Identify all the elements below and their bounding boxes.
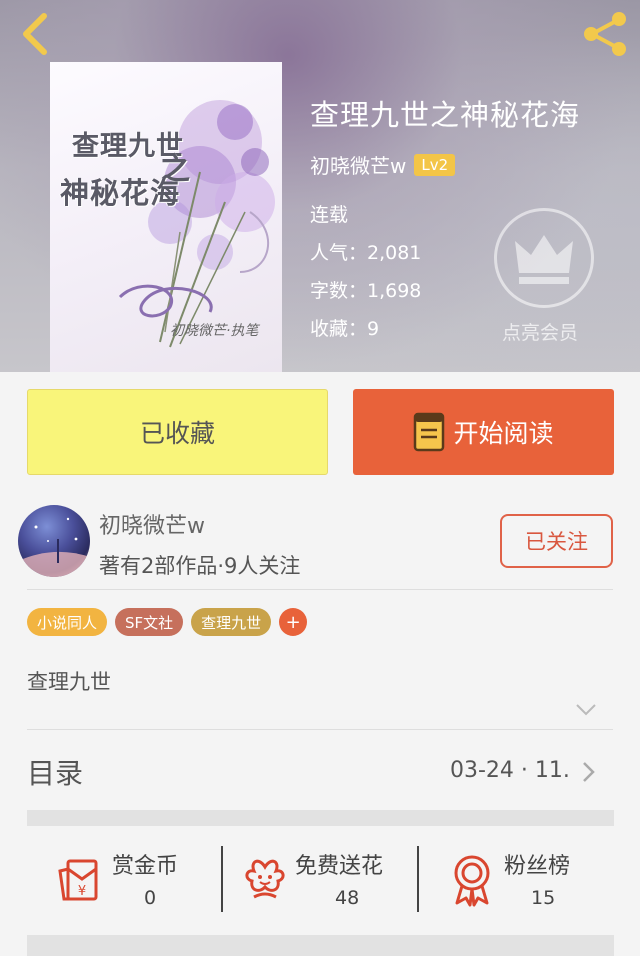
chevron-down-icon[interactable]	[575, 703, 597, 717]
author-name[interactable]: 初晓微芒w	[310, 150, 406, 179]
book-cover[interactable]: 查理九世 之 神秘花海 初晓微芒·执笔	[50, 62, 282, 372]
share-icon	[584, 12, 626, 56]
cover-author-mark: 初晓微芒·执笔	[170, 323, 259, 339]
crown-icon	[515, 235, 573, 284]
fan-ranking-label: 粉丝榜	[504, 854, 571, 879]
collect-button-label: 已收藏	[139, 419, 215, 448]
fan-ranking-value: 15	[531, 887, 556, 909]
stat-divider	[417, 846, 419, 912]
divider	[27, 589, 613, 590]
flower-icon	[245, 859, 285, 899]
share-button[interactable]	[580, 10, 630, 58]
tag-series[interactable]: 查理九世	[191, 608, 272, 636]
vip-label[interactable]: 点亮会员	[502, 318, 578, 345]
reward-coins-label: 赏金币	[112, 854, 179, 879]
add-tag-button[interactable]: +	[279, 608, 308, 636]
author-card-stats: 著有2部作品·9人关注	[99, 554, 301, 578]
start-reading-button[interactable]: 开始阅读	[353, 389, 614, 475]
tag-sf-club[interactable]: SF文社	[115, 608, 184, 636]
author-card-name[interactable]: 初晓微芒w	[99, 508, 205, 540]
tag-list: 小说同人 SF文社 查理九世 +	[27, 608, 308, 636]
toc-label[interactable]: 目录	[27, 752, 83, 792]
cover-title-line2: 神秘花海	[60, 176, 181, 210]
avatar-art	[18, 517, 90, 577]
book-header: 查理九世 之 神秘花海 初晓微芒·执笔 查理九世之神秘花海 初晓微芒w Lv2 …	[0, 0, 640, 372]
stat-divider	[221, 846, 223, 912]
free-flowers-label: 免费送花	[295, 854, 384, 879]
chevron-right-icon[interactable]	[582, 761, 596, 783]
collect-button[interactable]: 已收藏	[27, 389, 328, 475]
free-flowers-button[interactable]: 免费送花 48	[240, 843, 410, 918]
start-reading-label: 开始阅读	[453, 419, 554, 448]
follow-button-label: 已关注	[525, 530, 588, 554]
reward-coins-value: 0	[144, 887, 157, 909]
book-icon	[414, 412, 445, 452]
level-badge: Lv2	[414, 153, 456, 176]
chevron-left-icon	[23, 13, 47, 55]
red-envelope-icon: ¥	[58, 859, 98, 901]
toc-latest-date[interactable]: 03-24 · 11.	[450, 758, 570, 783]
back-button[interactable]	[14, 10, 58, 58]
author-avatar[interactable]	[18, 505, 90, 577]
popularity-count: 人气：2,081	[310, 242, 422, 264]
vip-button[interactable]	[494, 208, 594, 308]
free-flowers-value: 48	[335, 887, 360, 909]
tag-fanfic[interactable]: 小说同人	[27, 608, 108, 636]
book-description: 查理九世	[27, 670, 111, 694]
fan-ranking-button[interactable]: 粉丝榜 15	[445, 843, 605, 918]
follow-button[interactable]: 已关注	[500, 514, 613, 568]
divider	[27, 729, 613, 730]
word-count: 字数：1,698	[310, 280, 422, 302]
section-separator	[27, 810, 614, 826]
book-title: 查理九世之神秘花海	[310, 98, 581, 132]
favorites-count: 收藏：9	[310, 318, 380, 340]
serial-status: 连载	[310, 204, 349, 226]
svg-text:¥: ¥	[78, 884, 86, 899]
author-row[interactable]: 初晓微芒w Lv2	[310, 150, 456, 179]
section-separator	[27, 935, 614, 956]
reward-coins-button[interactable]: ¥ 赏金币 0	[52, 843, 212, 918]
ribbon-badge-icon	[454, 855, 490, 907]
